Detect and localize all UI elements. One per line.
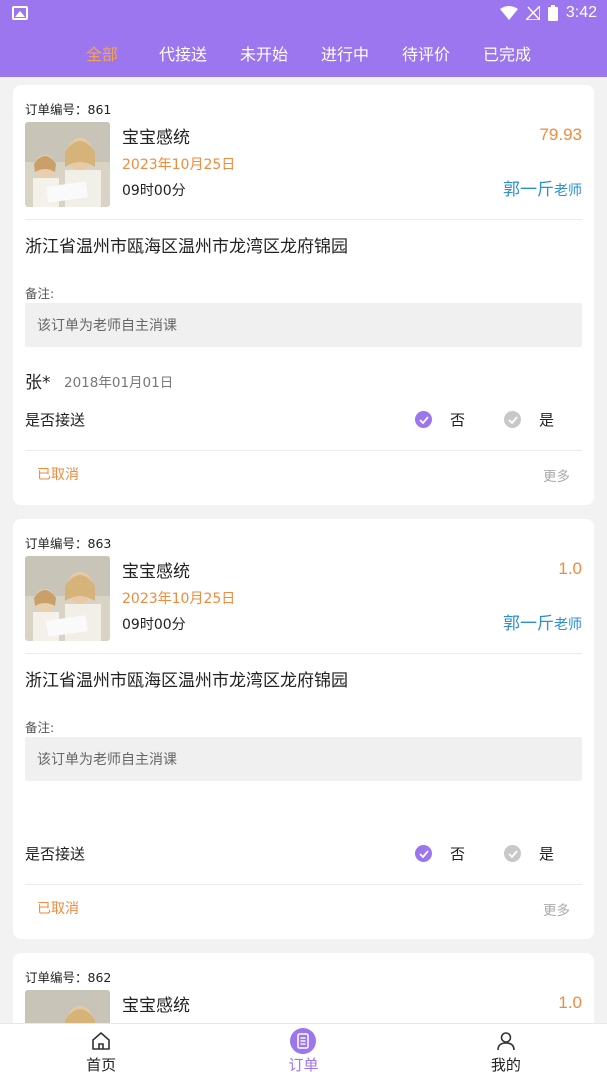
more-button[interactable]: 更多 xyxy=(543,899,570,919)
user-icon xyxy=(496,1030,516,1052)
radio-checked-icon xyxy=(415,845,432,862)
divider xyxy=(25,884,582,885)
order-number: 订单编号：862 xyxy=(25,970,112,985)
more-button[interactable]: 更多 xyxy=(543,465,570,485)
course-date: 2023年10月25日 xyxy=(122,591,236,607)
teacher-info[interactable]: 郭一斤老师 xyxy=(503,175,582,200)
remark-label: 备注: xyxy=(25,286,55,301)
tab-not-started[interactable]: 未开始 xyxy=(224,41,305,65)
tab-all[interactable]: 全部 xyxy=(62,41,143,65)
course-title: 宝宝感统 xyxy=(122,128,190,148)
pickup-option-yes[interactable]: 是 xyxy=(504,843,554,864)
teacher-role: 老师 xyxy=(554,617,582,633)
order-price: 1.0 xyxy=(558,993,582,1012)
nav-orders[interactable]: 订单 xyxy=(202,1024,404,1080)
home-icon xyxy=(91,1030,111,1052)
teacher-name: 郭一斤 xyxy=(503,614,554,634)
course-date: 2023年10月25日 xyxy=(122,157,236,173)
pickup-option-yes-label: 是 xyxy=(539,845,555,863)
divider xyxy=(25,450,582,451)
course-title: 宝宝感统 xyxy=(122,996,190,1016)
remark-text: 该订单为老师自主消课 xyxy=(37,752,177,768)
tab-pickup[interactable]: 代接送 xyxy=(143,41,224,65)
student-birthdate: 2018年01月01日 xyxy=(64,375,174,391)
pickup-option-no[interactable]: 否 xyxy=(415,843,465,864)
radio-checked-icon xyxy=(415,411,432,428)
teacher-info[interactable]: 郭一斤老师 xyxy=(503,609,582,634)
order-address: 浙江省温州市瓯海区温州市龙湾区龙府锦园 xyxy=(25,671,348,691)
divider xyxy=(25,653,582,654)
order-number: 订单编号：863 xyxy=(25,536,112,551)
gallery-notification-icon xyxy=(12,6,28,20)
tab-to-review[interactable]: 待评价 xyxy=(386,41,467,65)
remark-box: 该订单为老师自主消课 xyxy=(25,303,582,347)
student-name: 张* xyxy=(25,373,51,393)
pickup-option-no-label: 否 xyxy=(450,845,466,863)
course-thumbnail[interactable] xyxy=(25,990,110,1023)
pickup-option-no[interactable]: 否 xyxy=(415,409,465,430)
course-time: 09时00分 xyxy=(122,617,186,633)
remark-box: 该订单为老师自主消课 xyxy=(25,737,582,781)
course-title: 宝宝感统 xyxy=(122,562,190,582)
tab-in-progress[interactable]: 进行中 xyxy=(305,41,386,65)
pickup-option-yes[interactable]: 是 xyxy=(504,409,554,430)
divider xyxy=(25,219,582,220)
order-card[interactable]: 订单编号：863 宝宝感统 2023年10月25日 09时00分 1.0 郭一斤… xyxy=(13,519,594,939)
order-price: 79.93 xyxy=(539,125,582,144)
order-status: 已取消 xyxy=(37,901,79,917)
radio-unchecked-icon xyxy=(504,411,521,428)
pickup-label: 是否接送 xyxy=(25,411,86,429)
bottom-nav: 首页 订单 我的 xyxy=(0,1023,607,1080)
top-header: 3:42 全部 代接送 未开始 进行中 待评价 已完成 xyxy=(0,0,607,77)
tab-completed[interactable]: 已完成 xyxy=(467,41,548,65)
teacher-role: 老师 xyxy=(554,183,582,199)
nav-home-label: 首页 xyxy=(86,1056,117,1074)
pickup-label: 是否接送 xyxy=(25,845,86,863)
nav-mine[interactable]: 我的 xyxy=(405,1024,607,1080)
order-status: 已取消 xyxy=(37,467,79,483)
order-number: 订单编号：861 xyxy=(25,102,112,117)
wifi-icon xyxy=(499,6,518,20)
nav-mine-label: 我的 xyxy=(490,1056,521,1074)
status-time: 3:42 xyxy=(565,4,597,21)
teacher-name: 郭一斤 xyxy=(503,180,554,200)
order-icon xyxy=(290,1028,317,1054)
nav-orders-label: 订单 xyxy=(288,1056,319,1074)
order-address: 浙江省温州市瓯海区温州市龙湾区龙府锦园 xyxy=(25,237,348,257)
course-time: 09时00分 xyxy=(122,183,186,199)
remark-label: 备注: xyxy=(25,720,55,735)
order-card[interactable]: 订单编号：861 宝宝感统 2023年10月25日 09时00分 79.93 郭… xyxy=(13,85,594,505)
nav-home[interactable]: 首页 xyxy=(0,1024,202,1080)
battery-icon xyxy=(547,5,558,21)
radio-unchecked-icon xyxy=(504,845,521,862)
order-price: 1.0 xyxy=(558,559,582,578)
status-icons: 3:42 xyxy=(499,4,597,22)
pickup-option-yes-label: 是 xyxy=(539,411,555,429)
order-card[interactable]: 订单编号：862 宝宝感统 1.0 xyxy=(13,953,594,1023)
course-thumbnail[interactable] xyxy=(25,556,110,641)
pickup-option-no-label: 否 xyxy=(450,411,466,429)
order-list[interactable]: 订单编号：861 宝宝感统 2023年10月25日 09时00分 79.93 郭… xyxy=(0,77,607,1023)
course-thumbnail[interactable] xyxy=(25,122,110,207)
remark-text: 该订单为老师自主消课 xyxy=(37,318,177,334)
order-tabs: 全部 代接送 未开始 进行中 待评价 已完成 xyxy=(0,29,607,77)
no-signal-icon xyxy=(525,6,540,20)
status-bar: 3:42 xyxy=(0,0,607,29)
